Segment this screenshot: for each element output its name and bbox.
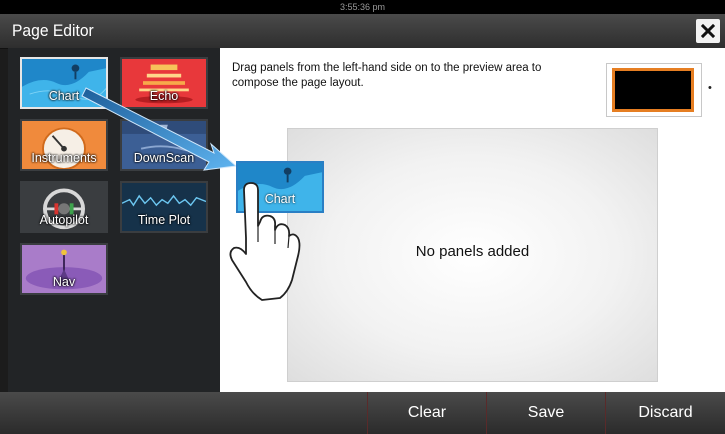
page-editor-main: Drag panels from the left-hand side on t… — [220, 48, 725, 392]
title-bar: Page Editor — [0, 14, 725, 49]
clear-button[interactable]: Clear — [367, 392, 486, 434]
bottom-action-bar: Clear Save Discard — [0, 392, 725, 434]
panel-tile-chart[interactable]: Chart — [20, 57, 108, 109]
panel-tile-label: Autopilot — [39, 213, 89, 227]
panel-tile-label: Nav — [52, 275, 76, 289]
panel-tile-autopilot[interactable]: Autopilot — [20, 181, 108, 233]
save-button[interactable]: Save — [486, 392, 605, 434]
panel-tile-time-plot[interactable]: Time Plot — [120, 181, 208, 233]
instruction-text: Drag panels from the left-hand side on t… — [232, 62, 542, 89]
clock: 3:55:36 pm — [339, 2, 386, 12]
preview-area[interactable]: No panels added — [287, 128, 658, 382]
empty-preview-message: No panels added — [415, 243, 530, 260]
panel-tile-downscan[interactable]: DownScan — [120, 119, 208, 171]
dragged-chart-panel[interactable]: Chart — [236, 161, 324, 213]
panel-tile-label: Chart — [48, 89, 80, 103]
panel-tile-label: Time Plot — [137, 213, 191, 227]
layout-preview-swatch — [612, 68, 694, 112]
panel-tile-label: DownScan — [133, 151, 195, 165]
panel-tile-label: Instruments — [31, 151, 97, 165]
panel-tile-nav[interactable]: Nav — [20, 243, 108, 295]
page-title: Page Editor — [12, 21, 94, 40]
close-icon — [701, 24, 715, 38]
discard-button[interactable]: Discard — [605, 392, 725, 434]
layout-selector[interactable] — [606, 63, 702, 117]
panel-palette: Chart Echo Instruments DownScan Autopilo… — [8, 48, 220, 392]
panel-tile-label: Echo — [149, 89, 179, 103]
panel-tile-instruments[interactable]: Instruments — [20, 119, 108, 171]
dropdown-caret-icon[interactable]: • — [708, 82, 712, 94]
status-bar: 3:55:36 pm — [0, 0, 725, 14]
close-button[interactable] — [696, 19, 720, 43]
panel-tile-echo[interactable]: Echo — [120, 57, 208, 109]
dragged-panel-label: Chart — [264, 192, 296, 206]
